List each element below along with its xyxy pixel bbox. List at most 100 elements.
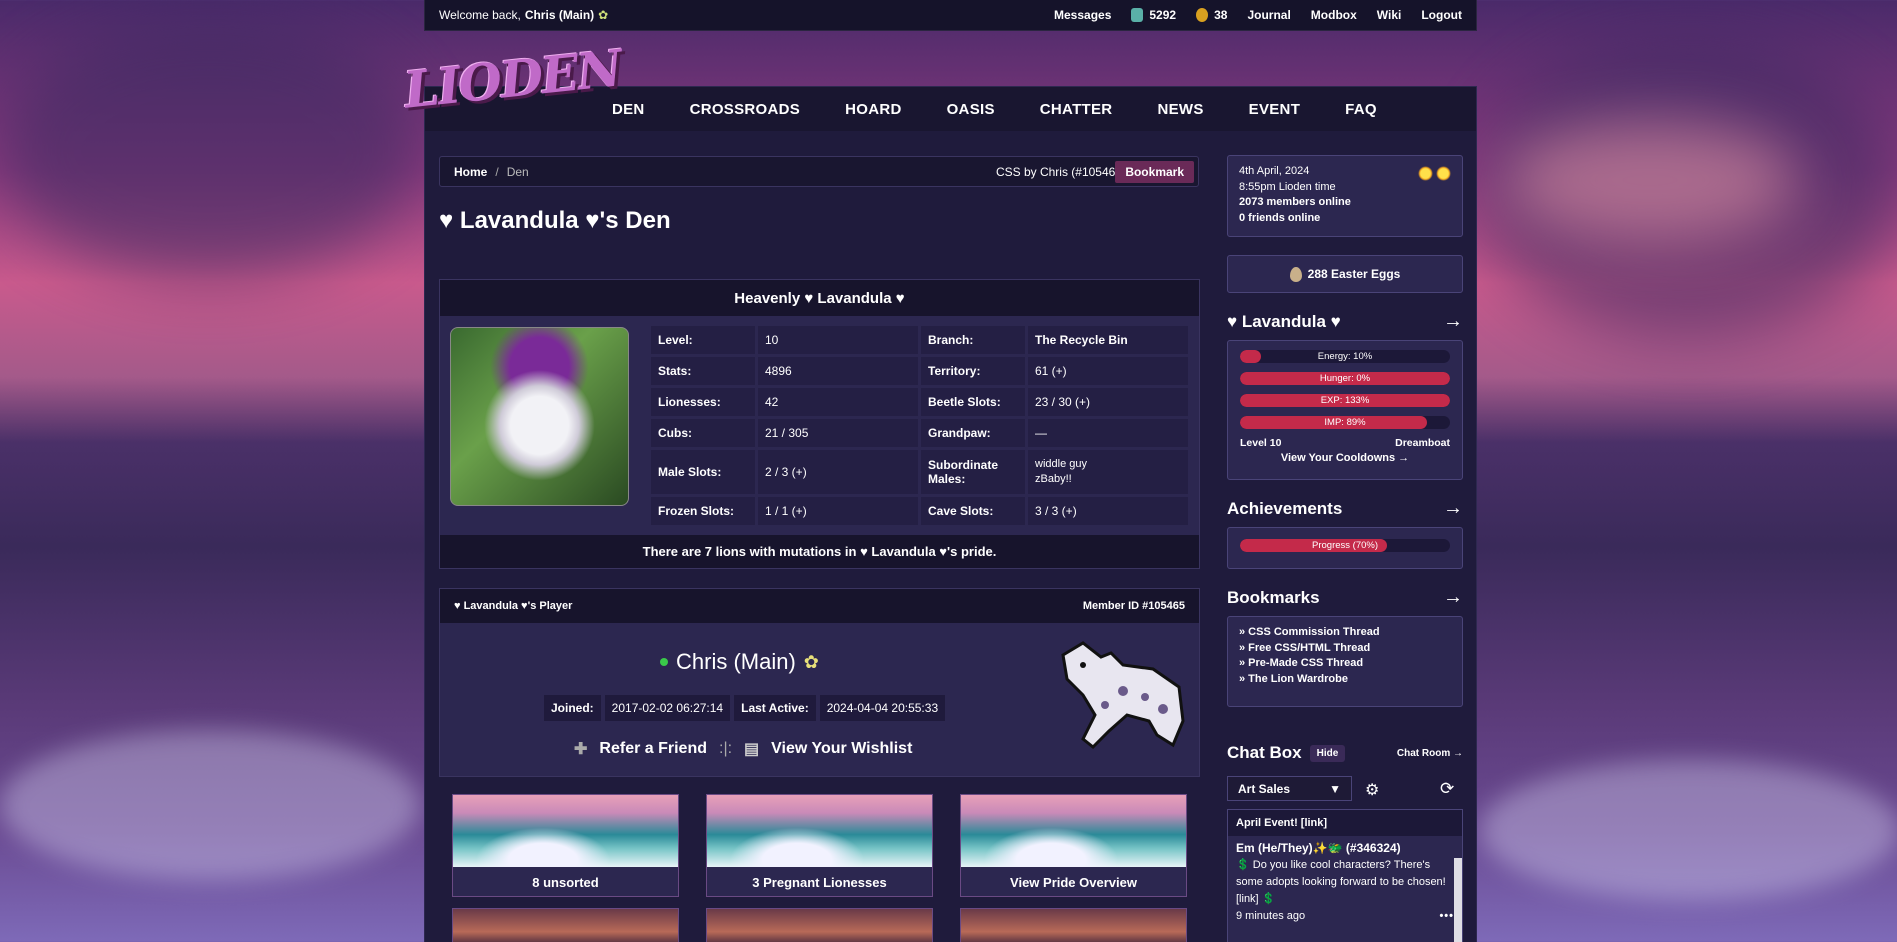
chat-message: Em (He/They)✨🐲 (#346324) 💲 Do you like c… xyxy=(1228,836,1462,929)
energy-bar: Energy: 10% xyxy=(1240,350,1450,363)
journal-link[interactable]: Journal xyxy=(1247,8,1290,22)
den-tile-overview[interactable]: View Pride Overview xyxy=(960,794,1187,897)
bookmark-link[interactable]: » Pre-Made CSS Thread xyxy=(1239,656,1451,672)
nav-hoard[interactable]: HOARD xyxy=(845,101,902,118)
action-separator: :|: xyxy=(719,740,733,757)
cave-slots-value[interactable]: 3 / 3 (+) xyxy=(1028,497,1188,525)
level-row: Level 10 Dreamboat xyxy=(1240,437,1450,449)
refresh-icon[interactable]: ⟳ xyxy=(1440,779,1454,799)
bookmark-link[interactable]: » Free CSS/HTML Thread xyxy=(1239,641,1451,657)
bar-label: EXP: 133% xyxy=(1320,395,1370,406)
flower-icon: ✿ xyxy=(598,8,609,22)
den-tile-partial[interactable] xyxy=(452,908,679,942)
nav-chatter[interactable]: CHATTER xyxy=(1040,101,1113,118)
members-online[interactable]: 2073 members online xyxy=(1239,195,1451,211)
den-tile-pregnant[interactable]: 3 Pregnant Lionesses xyxy=(706,794,933,897)
stat-label: Male Slots: xyxy=(651,450,755,494)
joined-label: Joined: xyxy=(544,695,601,721)
css-credit[interactable]: CSS by Chris (#105465) xyxy=(996,165,1126,179)
plus-icon: ✚ xyxy=(574,741,588,758)
wishlist-link[interactable]: View Your Wishlist xyxy=(771,740,912,758)
more-options-icon[interactable]: ••• xyxy=(1439,908,1454,925)
player-dates: Joined: 2017-02-02 06:27:14 Last Active:… xyxy=(544,695,946,721)
chat-time-row: 9 minutes ago ••• xyxy=(1236,908,1454,925)
branch-link[interactable]: The Recycle Bin xyxy=(1028,326,1188,354)
background-cloud xyxy=(0,20,420,280)
bookmark-link[interactable]: » CSS Commission Thread xyxy=(1239,625,1451,641)
gems-counter[interactable]: 5292 xyxy=(1131,8,1176,22)
chat-messages: April Event! [link] Em (He/They)✨🐲 (#346… xyxy=(1227,809,1463,942)
site-logo[interactable]: LIODEN xyxy=(401,38,623,160)
achievements-header[interactable]: Achievements → xyxy=(1227,497,1463,520)
stat-label: Subordinate Males: xyxy=(921,450,1025,494)
nav-crossroads[interactable]: CROSSROADS xyxy=(690,101,801,118)
lion-status-box: Energy: 10% Hunger: 0% EXP: 133% IMP: 89… xyxy=(1227,340,1463,480)
stat-label: Cubs: xyxy=(651,419,755,447)
page-title: ♥ Lavandula ♥'s Den xyxy=(439,207,671,234)
nav-faq[interactable]: FAQ xyxy=(1345,101,1377,118)
lion-level: Level 10 xyxy=(1240,437,1282,449)
nav-den[interactable]: DEN xyxy=(612,101,645,118)
nav-news[interactable]: NEWS xyxy=(1157,101,1203,118)
frozen-slots-value[interactable]: 1 / 1 (+) xyxy=(758,497,918,525)
sub-male-link[interactable]: widdle guy xyxy=(1035,457,1087,472)
stat-value: 42 xyxy=(758,388,918,416)
dropdown-arrow-icon: ▼ xyxy=(1329,781,1341,796)
chat-room-link[interactable]: Chat Room → xyxy=(1397,748,1463,759)
player-header: ♥ Lavandula ♥'s Player Member ID #105465 xyxy=(440,589,1199,623)
username-link[interactable]: Chris (Main) xyxy=(525,8,594,22)
logout-link[interactable]: Logout xyxy=(1421,8,1462,22)
sun-icon xyxy=(1418,166,1433,181)
stat-value: — xyxy=(1028,419,1188,447)
hide-chat-button[interactable]: Hide xyxy=(1309,744,1346,762)
den-tile-partial[interactable] xyxy=(960,908,1187,942)
lion-section-header[interactable]: ♥ Lavandula ♥ → xyxy=(1227,310,1463,333)
player-name: Chris (Main) ✿ xyxy=(660,649,819,675)
arrow-right-icon[interactable]: → xyxy=(1443,310,1463,333)
player-heading: ♥ Lavandula ♥'s Player xyxy=(454,600,573,612)
lion-stats: Level: 10 Branch: The Recycle Bin Stats:… xyxy=(651,326,1191,525)
nav-oasis[interactable]: OASIS xyxy=(947,101,995,118)
stat-value: 4896 xyxy=(758,357,918,385)
bookmarks-header[interactable]: Bookmarks → xyxy=(1227,586,1463,609)
chat-author[interactable]: Em (He/They)✨🐲 (#346324) xyxy=(1236,840,1454,857)
lion-portrait[interactable] xyxy=(450,327,629,506)
chat-event-notice[interactable]: April Event! [link] xyxy=(1228,810,1462,836)
modbox-link[interactable]: Modbox xyxy=(1311,8,1357,22)
den-tile-unsorted[interactable]: 8 unsorted xyxy=(452,794,679,897)
lion-name[interactable]: Heavenly ♥ Lavandula ♥ xyxy=(440,280,1199,316)
beetle-slots-value[interactable]: 23 / 30 (+) xyxy=(1028,388,1188,416)
beetles-counter[interactable]: 38 xyxy=(1196,8,1227,22)
cooldowns-link[interactable]: View Your Cooldowns → xyxy=(1240,452,1450,464)
arrow-right-icon[interactable]: → xyxy=(1443,586,1463,609)
hunger-bar: Hunger: 0% xyxy=(1240,372,1450,385)
den-tile-partial[interactable] xyxy=(706,908,933,942)
bookmark-button[interactable]: Bookmark xyxy=(1115,161,1194,183)
top-bar: Welcome back, Chris (Main) ✿ Messages 52… xyxy=(424,0,1477,31)
easter-eggs-box[interactable]: 288 Easter Eggs xyxy=(1227,255,1463,293)
nav-event[interactable]: EVENT xyxy=(1249,101,1301,118)
bookmark-link[interactable]: » The Lion Wardrobe xyxy=(1239,672,1451,688)
flower-icon: ✿ xyxy=(803,651,819,672)
sidebar-lion-name: ♥ Lavandula ♥ xyxy=(1227,311,1341,331)
chat-channel-select[interactable]: Art Sales ▼ xyxy=(1227,776,1352,801)
breadcrumb-home[interactable]: Home xyxy=(454,165,487,179)
messages-link[interactable]: Messages xyxy=(1054,8,1111,22)
tile-image xyxy=(707,795,932,867)
breadcrumb-current: Den xyxy=(506,164,529,179)
territory-value[interactable]: 61 (+) xyxy=(1028,357,1188,385)
refer-friend-link[interactable]: Refer a Friend xyxy=(599,740,707,758)
bar-label: Hunger: 0% xyxy=(1319,373,1371,384)
chat-scrollbar[interactable] xyxy=(1454,858,1462,942)
bar-label: Progress (70%) xyxy=(1312,540,1378,551)
sun-icon xyxy=(1436,166,1451,181)
arrow-right-icon[interactable]: → xyxy=(1443,497,1463,520)
player-name-link[interactable]: Chris (Main) xyxy=(676,649,796,675)
beetle-icon xyxy=(1196,8,1209,22)
male-slots-value[interactable]: 2 / 3 (+) xyxy=(758,450,918,494)
wiki-link[interactable]: Wiki xyxy=(1377,8,1402,22)
stat-label: Territory: xyxy=(921,357,1025,385)
gear-icon[interactable]: ⚙ xyxy=(1365,780,1379,800)
sub-male-link[interactable]: zBaby!! xyxy=(1035,472,1072,487)
friends-online[interactable]: 0 friends online xyxy=(1239,211,1451,227)
